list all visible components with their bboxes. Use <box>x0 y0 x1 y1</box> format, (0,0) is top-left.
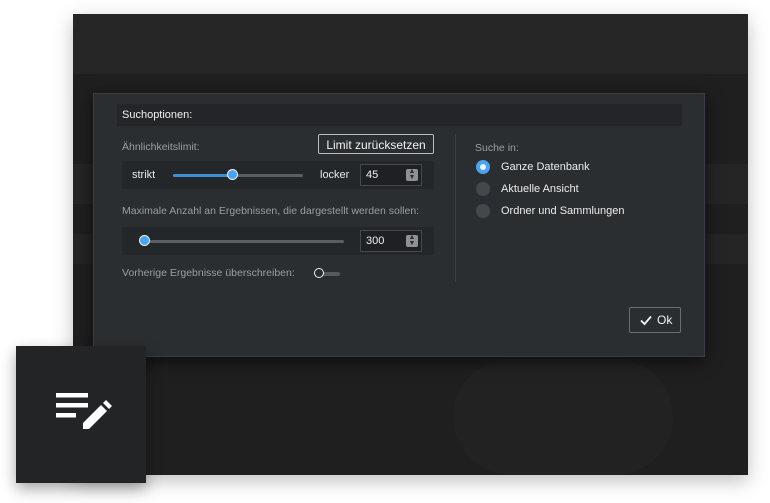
max-results-value: 300 <box>366 235 385 247</box>
radio-label-folders-collections: Ordner und Sammlungen <box>501 205 625 217</box>
ok-button-label: Ok <box>657 313 673 327</box>
app-badge <box>16 346 146 483</box>
radio-label-current-view: Aktuelle Ansicht <box>501 183 579 195</box>
toggle-knob[interactable] <box>314 268 324 278</box>
radio-whole-database[interactable] <box>476 160 490 174</box>
overwrite-results-label: Vorherige Ergebnisse überschreiben: <box>122 267 295 279</box>
radio-current-view[interactable] <box>476 182 490 196</box>
check-icon <box>640 315 652 326</box>
edit-list-icon <box>56 393 112 429</box>
max-results-slider-track[interactable] <box>140 240 344 243</box>
max-results-slider-row: 300 ▲ ▼ <box>122 227 434 255</box>
slider-max-label: locker <box>320 169 350 181</box>
spin-arrows-icon[interactable]: ▲ ▼ <box>406 234 418 247</box>
similarity-value: 45 <box>366 169 379 181</box>
slider-min-label: strikt <box>132 169 156 181</box>
radio-label-whole-database: Ganze Datenbank <box>501 161 590 173</box>
background-toolbar <box>73 14 748 74</box>
similarity-spinbox[interactable]: 45 ▲ ▼ <box>360 164 422 186</box>
search-options-dialog: Suchoptionen: Ähnlichkeitslimit: Limit z… <box>93 93 705 357</box>
search-in-label: Suche in: <box>475 142 519 154</box>
reset-limit-button[interactable]: Limit zurücksetzen <box>318 134 434 154</box>
column-divider <box>455 134 456 282</box>
similarity-limit-label: Ähnlichkeitslimit: <box>122 141 200 153</box>
max-results-slider-handle[interactable] <box>139 235 151 246</box>
max-results-spinbox[interactable]: 300 ▲ ▼ <box>360 230 422 252</box>
dialog-title: Suchoptionen: <box>117 104 682 126</box>
max-results-label: Maximale Anzahl an Ergebnissen, die darg… <box>122 205 420 217</box>
ok-button[interactable]: Ok <box>629 307 681 333</box>
similarity-slider-row: strikt locker 45 ▲ ▼ <box>122 161 434 189</box>
spin-arrows-icon[interactable]: ▲ ▼ <box>406 168 418 181</box>
radio-folders-collections[interactable] <box>476 204 490 218</box>
background-shape <box>453 359 673 475</box>
similarity-slider-fill <box>173 174 232 177</box>
similarity-slider-handle[interactable] <box>226 169 238 180</box>
